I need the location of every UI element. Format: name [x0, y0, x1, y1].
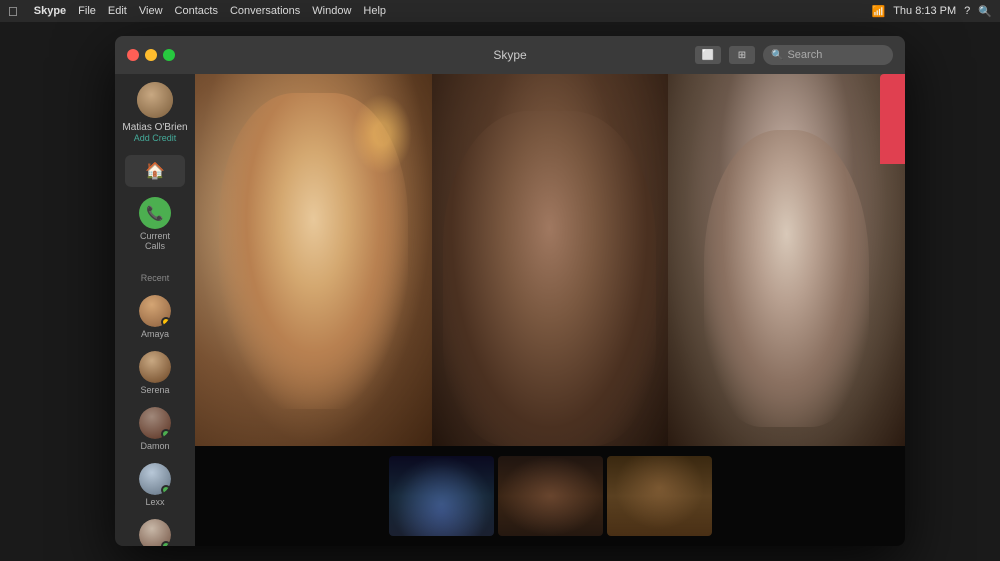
thumbnail-bar	[195, 446, 905, 546]
grid-button[interactable]: ⊞	[729, 46, 755, 64]
video-call-area: TITLED	[195, 74, 905, 546]
menubar:  Skype File Edit View Contacts Conversa…	[0, 0, 1000, 22]
titlebar-right: ⬜ ⊞ 🔍 Search	[695, 45, 893, 65]
current-calls-label: Current Calls	[129, 231, 181, 251]
damon-avatar	[139, 407, 171, 439]
grid-icon: ⊞	[738, 50, 746, 61]
thumbnail-2[interactable]	[498, 456, 603, 536]
search-box[interactable]: 🔍 Search	[763, 45, 893, 65]
search-icon: 🔍	[771, 50, 783, 61]
search-icon[interactable]: 🔍	[978, 5, 992, 18]
damon-status	[161, 429, 171, 439]
aj-avatar	[139, 519, 171, 546]
close-button[interactable]	[127, 49, 139, 61]
help-menu[interactable]: Help	[363, 5, 386, 17]
titlebar: Skype ⬜ ⊞ 🔍 Search	[115, 36, 905, 74]
thumbnail-3[interactable]	[607, 456, 712, 536]
sidebar-item-serena[interactable]: Serena	[125, 347, 185, 399]
skype-window: Skype ⬜ ⊞ 🔍 Search Matias O'Brien Add Cr…	[115, 36, 905, 546]
untitled-window	[880, 74, 905, 164]
video-cell-3	[668, 74, 905, 446]
amaya-name: Amaya	[141, 329, 169, 339]
maximize-button[interactable]	[163, 49, 175, 61]
edit-menu[interactable]: Edit	[108, 5, 127, 17]
sidebar-item-amaya[interactable]: Amaya	[125, 291, 185, 343]
sidebar-item-lexx[interactable]: Lexx	[125, 459, 185, 511]
contacts-menu[interactable]: Contacts	[175, 5, 218, 17]
aj-status	[161, 541, 171, 546]
app-menu[interactable]: Skype	[34, 5, 66, 17]
lexx-status	[161, 485, 171, 495]
sidebar-item-current-calls[interactable]: 📞 Current Calls	[125, 191, 185, 257]
sidebar: Matias O'Brien Add Credit 🏠 📞 Current Ca…	[115, 74, 195, 546]
sidebar-item-damon[interactable]: Damon	[125, 403, 185, 455]
add-credit-link[interactable]: Add Credit	[134, 133, 177, 143]
person-2-face	[443, 111, 656, 446]
damon-name: Damon	[140, 441, 169, 451]
conversations-menu[interactable]: Conversations	[230, 5, 300, 17]
avatar	[137, 82, 173, 118]
search-placeholder: Search	[787, 49, 822, 61]
home-icon: 🏠	[145, 161, 165, 181]
lexx-name: Lexx	[145, 497, 164, 507]
share-button[interactable]: ⬜	[695, 46, 721, 64]
window-menu[interactable]: Window	[312, 5, 351, 17]
serena-avatar	[139, 351, 171, 383]
menubar-right: 📶 Thu 8:13 PM ? 🔍	[871, 5, 992, 18]
sidebar-item-aj[interactable]: AJ	[125, 515, 185, 546]
window-title: Skype	[493, 48, 526, 62]
sidebar-item-home[interactable]: 🏠	[125, 155, 185, 187]
apple-menu[interactable]: 	[8, 4, 18, 19]
person-1-face	[219, 93, 408, 409]
video-cell-2	[432, 74, 669, 446]
menubar-left:  Skype File Edit View Contacts Conversa…	[8, 4, 386, 19]
traffic-lights	[127, 49, 175, 61]
serena-name: Serena	[140, 385, 169, 395]
wifi-icon: 📶	[871, 5, 885, 18]
video-grid	[195, 74, 905, 546]
recent-label: Recent	[141, 273, 170, 283]
lexx-avatar	[139, 463, 171, 495]
phone-icon: 📞	[139, 197, 171, 229]
file-menu[interactable]: File	[78, 5, 96, 17]
window-body: Matias O'Brien Add Credit 🏠 📞 Current Ca…	[115, 74, 905, 546]
profile-name: Matias O'Brien	[122, 122, 187, 133]
minimize-button[interactable]	[145, 49, 157, 61]
thumbnail-1[interactable]	[389, 456, 494, 536]
help-icon: ?	[964, 5, 970, 17]
person-3-face	[704, 130, 870, 428]
clock: Thu 8:13 PM	[893, 5, 956, 17]
view-menu[interactable]: View	[139, 5, 163, 17]
video-cell-1	[195, 74, 432, 446]
amaya-avatar	[139, 295, 171, 327]
share-icon: ⬜	[702, 50, 714, 61]
user-profile: Matias O'Brien Add Credit	[122, 82, 187, 143]
amaya-status	[161, 317, 171, 327]
